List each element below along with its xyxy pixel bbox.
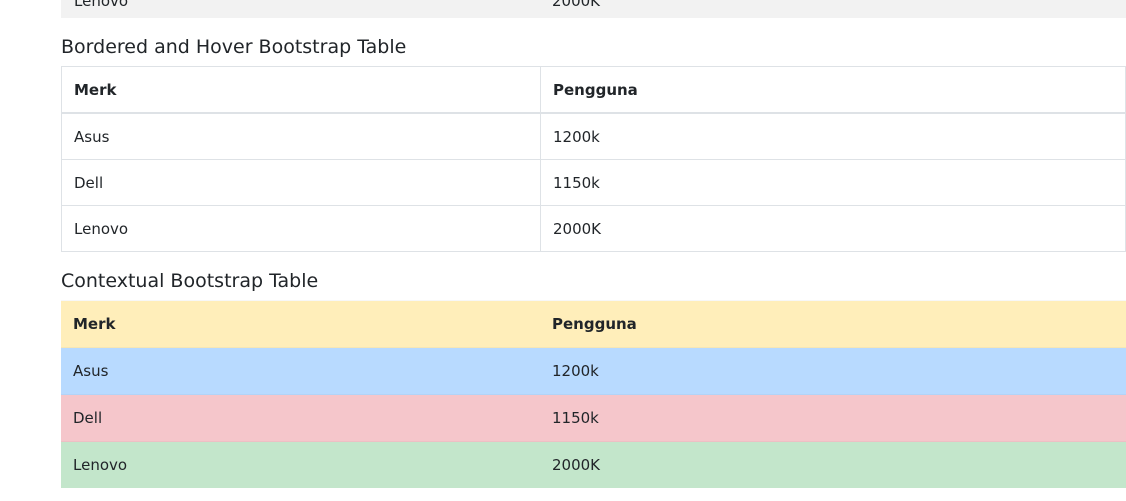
cell-pengguna: 1150k bbox=[540, 395, 1126, 442]
table-row[interactable]: Lenovo 2000K bbox=[61, 205, 1126, 252]
table-row-primary: Asus 1200k bbox=[61, 347, 1126, 395]
cell-merk: Lenovo bbox=[61, 205, 541, 252]
header-pengguna: Pengguna bbox=[540, 301, 1126, 348]
bordered-hover-table: Merk Pengguna Asus 1200k Dell 1150k Leno… bbox=[61, 66, 1126, 252]
cell-merk: Dell bbox=[61, 395, 540, 442]
cell-merk: Lenovo bbox=[74, 0, 129, 10]
contextual-table: Merk Pengguna Asus 1200k Dell 1150k Leno… bbox=[61, 300, 1126, 488]
section-title-contextual: Contextual Bootstrap Table bbox=[61, 270, 319, 292]
section-title-bordered: Bordered and Hover Bootstrap Table bbox=[61, 36, 407, 58]
cell-pengguna: 1200k bbox=[540, 348, 1126, 395]
cell-pengguna: 2000K bbox=[540, 205, 1126, 252]
table-row: Lenovo 2000K bbox=[61, 0, 1126, 12]
cell-pengguna: 1200k bbox=[540, 112, 1126, 160]
cell-merk: Lenovo bbox=[61, 442, 540, 489]
header-merk: Merk bbox=[61, 301, 540, 348]
cell-pengguna: 2000K bbox=[552, 0, 601, 10]
table-row-danger: Dell 1150k bbox=[61, 394, 1126, 442]
cell-pengguna: 1150k bbox=[540, 159, 1126, 206]
cell-merk: Asus bbox=[61, 112, 541, 160]
striped-table-partial: Lenovo 2000K bbox=[61, 0, 1126, 18]
header-merk: Merk bbox=[61, 66, 541, 114]
table-row-success: Lenovo 2000K bbox=[61, 441, 1126, 489]
cell-pengguna: 2000K bbox=[540, 442, 1126, 489]
table-row[interactable]: Asus 1200k bbox=[61, 112, 1126, 160]
table-row[interactable]: Dell 1150k bbox=[61, 159, 1126, 206]
cell-merk: Asus bbox=[61, 348, 540, 395]
table-header-row: Merk Pengguna bbox=[61, 300, 1126, 348]
cell-merk: Dell bbox=[61, 159, 541, 206]
header-pengguna: Pengguna bbox=[540, 66, 1126, 114]
table-header-row: Merk Pengguna bbox=[61, 66, 1126, 114]
